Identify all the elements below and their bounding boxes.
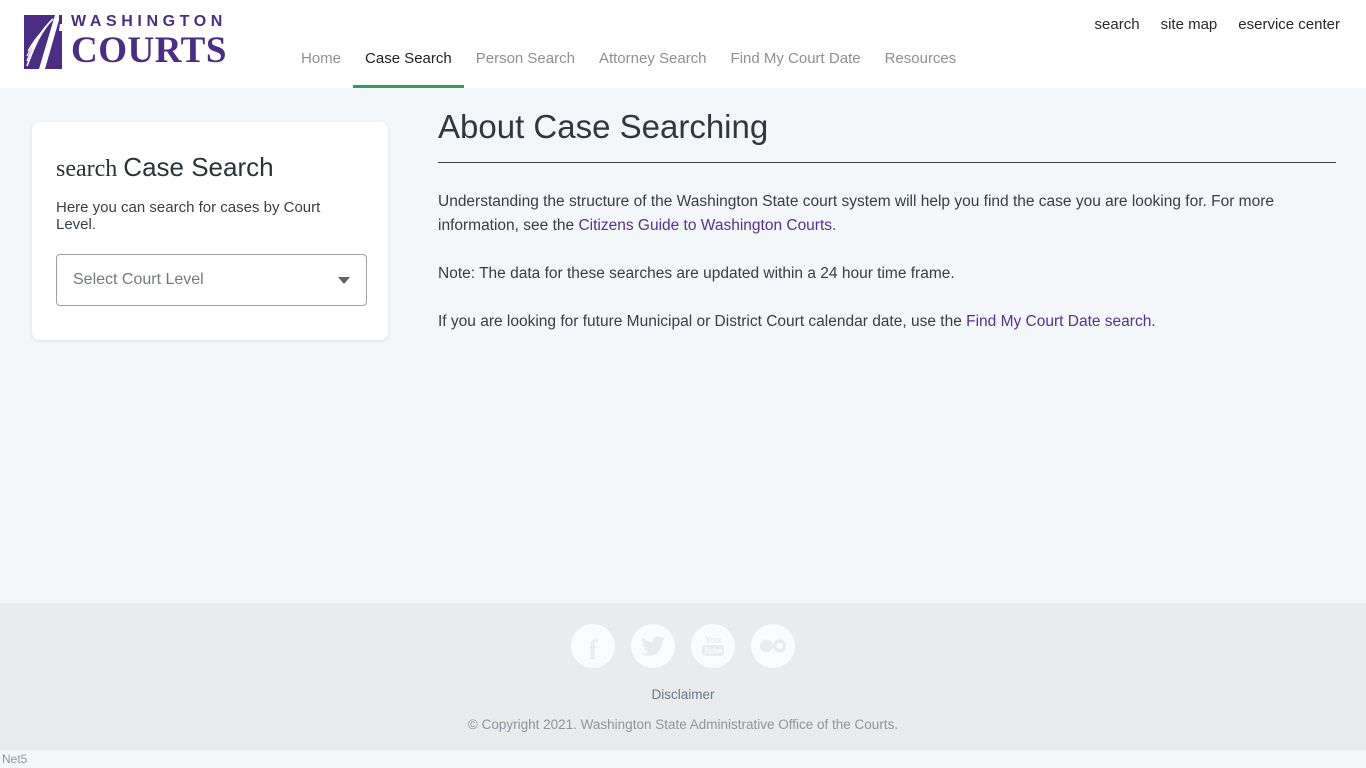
main-area: searchCase Search Here you can search fo…: [0, 88, 1366, 603]
disclaimer-link[interactable]: Disclaimer: [651, 687, 714, 702]
p3-text-after: .: [1151, 313, 1155, 330]
washington-courts-logo[interactable]: WASHINGTON COURTS: [24, 14, 227, 69]
nav-item-home[interactable]: Home: [289, 50, 353, 88]
search-icon: search: [56, 156, 117, 182]
twitter-link[interactable]: [631, 624, 675, 668]
utility-nav: search site map eservice center: [1095, 16, 1340, 33]
facebook-icon: f: [589, 637, 598, 664]
page-content: About Case Searching Understanding the s…: [438, 108, 1336, 358]
case-search-card-title: searchCase Search: [56, 152, 364, 183]
main-nav: Home Case Search Person Search Attorney …: [289, 50, 968, 88]
logo-text: WASHINGTON COURTS: [71, 14, 227, 69]
nav-item-attorney-search[interactable]: Attorney Search: [587, 50, 719, 88]
site-header: WASHINGTON COURTS search site map eservi…: [0, 0, 1366, 88]
youtube-icon: You Tube: [700, 633, 726, 659]
flickr-link[interactable]: [751, 624, 795, 668]
case-search-card-description: Here you can search for cases by Court L…: [56, 199, 364, 233]
status-bar-text: Net5: [2, 752, 27, 766]
court-level-select[interactable]: Select Court Level: [56, 254, 367, 306]
nav-item-person-search[interactable]: Person Search: [464, 50, 587, 88]
court-level-select-value: Select Court Level: [73, 271, 204, 289]
paragraph-note: Note: The data for these searches are up…: [438, 262, 1336, 286]
facebook-link[interactable]: f: [571, 624, 615, 668]
logo-washington-text: WASHINGTON: [71, 14, 227, 30]
find-my-court-date-link[interactable]: Find My Court Date search: [966, 313, 1151, 330]
courts-logo-icon: [24, 15, 62, 69]
paragraph-structure: Understanding the structure of the Washi…: [438, 190, 1336, 238]
chevron-down-icon: [338, 277, 350, 284]
utility-link-search[interactable]: search: [1095, 16, 1140, 33]
logo-courts-text: COURTS: [71, 32, 227, 69]
status-bar: Net5: [0, 750, 1366, 768]
nav-item-resources[interactable]: Resources: [873, 50, 969, 88]
case-search-card-title-text: Case Search: [123, 152, 273, 182]
nav-item-find-my-court-date[interactable]: Find My Court Date: [719, 50, 873, 88]
nav-item-case-search[interactable]: Case Search: [353, 50, 464, 88]
flickr-icon: [759, 638, 787, 654]
svg-text:You: You: [705, 635, 721, 645]
p1-text-after: .: [832, 217, 836, 234]
p3-text-before: If you are looking for future Municipal …: [438, 313, 966, 330]
utility-link-site-map[interactable]: site map: [1161, 16, 1218, 33]
citizens-guide-link[interactable]: Citizens Guide to Washington Courts: [578, 217, 832, 234]
social-links: f You Tube: [0, 624, 1366, 668]
site-footer: f You Tube Disclaimer © Copyright 2021. …: [0, 603, 1366, 750]
page-title: About Case Searching: [438, 108, 1336, 163]
svg-text:Tube: Tube: [704, 647, 723, 656]
case-search-card: searchCase Search Here you can search fo…: [32, 122, 388, 340]
youtube-link[interactable]: You Tube: [691, 624, 735, 668]
p1-text-before: Understanding the structure of the Washi…: [438, 193, 1274, 234]
paragraph-court-date: If you are looking for future Municipal …: [438, 310, 1336, 334]
copyright-text: © Copyright 2021. Washington State Admin…: [0, 717, 1366, 732]
utility-link-eservice-center[interactable]: eservice center: [1238, 16, 1340, 33]
twitter-icon: [641, 634, 665, 658]
